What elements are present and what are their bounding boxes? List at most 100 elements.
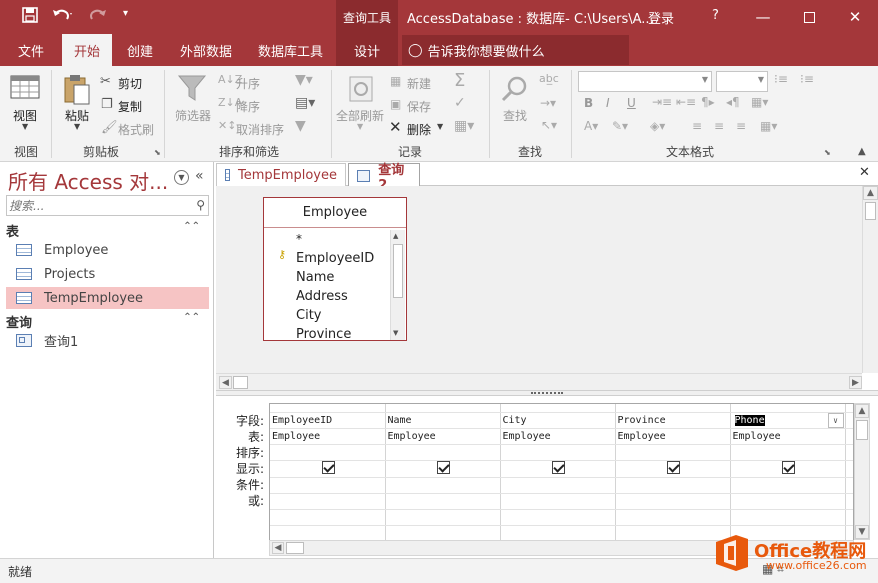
search-icon[interactable]: ⚲ [196,198,205,212]
grid-cell[interactable] [385,477,501,494]
save-record-button[interactable]: 保存 [407,98,431,115]
align-right-icon[interactable]: ≡ [736,119,746,133]
underline-button[interactable]: U [627,96,636,110]
employee-table-box[interactable]: Employee * ⚷ EmployeeID Name Address Cit… [263,197,407,341]
grid-cell[interactable]: Employee [270,428,386,445]
doc-tab-tempemployee[interactable]: TempEmployee [216,163,346,186]
grid-cell[interactable] [385,493,501,510]
totals-icon[interactable]: Σ [454,70,465,91]
tell-me-box[interactable]: ◯ 告诉我你想要做什么 [402,35,629,65]
show-checkbox[interactable] [321,460,335,474]
refresh-dropdown-icon[interactable]: ▼ [357,122,363,131]
help-button[interactable]: ? [712,8,719,23]
view-dropdown-icon[interactable]: ▼ [22,122,28,131]
numbering-icon[interactable]: ⁝≡ [800,72,814,86]
show-checkbox[interactable] [437,460,450,474]
redo-icon[interactable] [86,6,108,28]
goto-icon[interactable]: →▾ [540,96,556,110]
tab-database-tools[interactable]: 数据库工具 [246,34,335,66]
sort-asc-button[interactable]: 升序 [236,75,260,92]
font-color-icon[interactable]: A▾ [584,119,598,133]
bold-button[interactable]: B [584,96,593,110]
grid-cell[interactable] [270,444,386,461]
grid-cell[interactable] [270,477,386,494]
nav-search-input[interactable] [7,196,187,215]
grid-cell[interactable] [615,460,731,478]
scroll-up-icon[interactable]: ▲ [393,232,398,240]
dialog-launcher-icon[interactable]: ⬊ [824,148,831,157]
find-icon[interactable] [500,74,530,107]
grid-cell[interactable] [385,444,501,461]
copy-button[interactable]: 复制 [118,98,142,115]
upper-vscrollbar[interactable]: ▲ [862,186,878,373]
show-checkbox[interactable] [782,460,795,474]
tab-design[interactable]: 设计 [342,34,392,66]
highlight-icon[interactable]: ✎▾ [612,119,628,133]
select-icon[interactable]: ↖▾ [541,118,557,132]
more-icon[interactable]: ▦▾ [454,118,474,134]
dialog-launcher-icon[interactable]: ⬊ [154,148,161,157]
undo-icon[interactable] [51,6,73,28]
sort-desc-button[interactable]: 降序 [236,98,260,115]
grid-cell[interactable] [270,460,386,478]
grid-cell[interactable]: Province [615,412,731,429]
grid-cell[interactable]: Employee [385,428,501,445]
maximize-icon[interactable] [786,0,832,34]
field-dropdown-chevron-icon[interactable]: ∨ [827,412,844,427]
nav-item-query1[interactable]: 查询1 [6,329,209,351]
show-checkbox[interactable] [667,460,680,474]
table-box-title[interactable]: Employee [264,198,406,228]
grid-cell[interactable] [730,460,846,478]
font-name-dropdown[interactable]: ▼ [578,71,712,92]
table-box-scrollbar[interactable]: ▲ ▼ [390,230,405,340]
grid-cell[interactable] [615,493,731,510]
grid-cell[interactable] [270,493,386,510]
paste-icon[interactable] [62,72,92,109]
view-icon[interactable] [9,72,41,107]
close-doc-icon[interactable]: ✕ [859,165,870,180]
alt-row-color-icon[interactable]: ▦▾ [760,119,777,133]
refresh-all-icon[interactable] [346,74,376,107]
scroll-thumb[interactable] [865,202,876,220]
advanced-filter-icon[interactable]: ▤▾ [295,95,315,111]
customize-qat-icon[interactable]: ▾ [123,8,128,19]
bullets-icon[interactable]: ⁝≡ [774,72,788,86]
grid-cell[interactable]: Employee [500,428,616,445]
field-item[interactable]: * [296,232,302,246]
align-center-icon[interactable]: ≡ [714,119,724,133]
rtl-icon[interactable]: ◂¶ [726,95,740,109]
font-size-dropdown[interactable]: ▼ [716,71,768,92]
delete-button[interactable]: 删除 [407,121,431,138]
fill-color-icon[interactable]: ◈▾ [650,119,665,133]
grid-cell[interactable] [730,444,846,461]
grid-row-or[interactable] [270,493,853,510]
scroll-up-icon[interactable]: ▲ [863,186,878,200]
new-record-button[interactable]: 新建 [407,75,431,92]
field-item[interactable]: Address [296,289,348,304]
paste-dropdown-icon[interactable]: ▼ [74,122,80,131]
grid-cell[interactable] [615,444,731,461]
grid-cell[interactable]: Employee [615,428,731,445]
nav-menu-chevron-icon[interactable]: ▼ [174,170,189,185]
scroll-thumb[interactable] [286,542,304,554]
show-checkbox[interactable] [552,460,565,474]
nav-item-tempemployee[interactable]: TempEmployee [6,287,209,309]
indent-icon[interactable]: ⇥≡ [652,95,672,109]
format-painter-button[interactable]: 格式刷 [118,121,154,138]
tab-home[interactable]: 开始 [62,34,113,66]
close-icon[interactable]: ✕ [832,0,878,34]
scroll-thumb[interactable] [233,376,248,389]
grid-cell[interactable] [500,460,616,478]
filter-icon[interactable] [177,74,207,105]
grid-cell[interactable]: Employee [730,428,846,445]
scroll-right-icon[interactable]: ▶ [849,376,862,389]
selection-filter-icon[interactable]: ▼▾ [295,72,313,88]
tab-create[interactable]: 创建 [115,34,165,66]
field-item[interactable]: EmployeeID [296,251,374,266]
spelling-icon[interactable]: ✓ [454,95,466,111]
nav-section-tables[interactable]: 表 ⌃⌃ [6,221,206,240]
grid-row-sort[interactable] [270,444,853,461]
outdent-icon[interactable]: ⇤≡ [676,95,696,109]
scroll-up-icon[interactable]: ▲ [855,404,869,418]
gridlines-icon[interactable]: ▦▾ [751,95,768,109]
